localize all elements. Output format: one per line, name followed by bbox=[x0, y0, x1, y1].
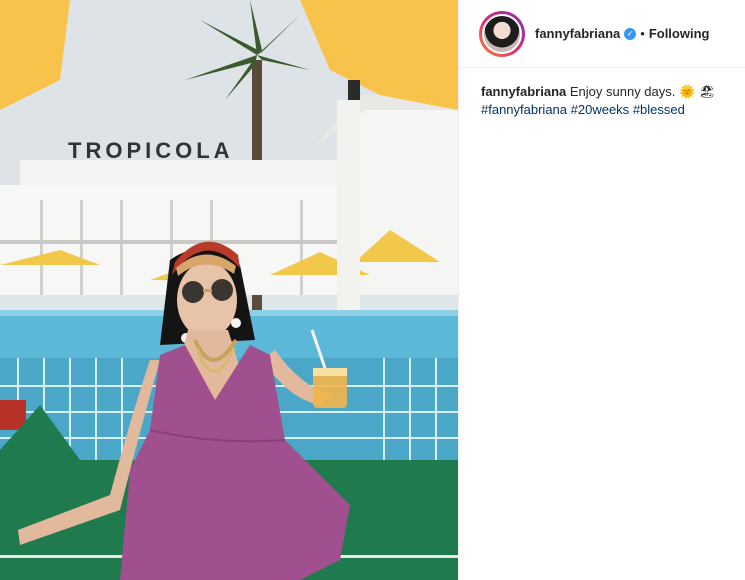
hashtag-link[interactable]: #20weeks bbox=[571, 102, 630, 117]
hashtag-link[interactable]: #fannyfabriana bbox=[481, 102, 567, 117]
following-button[interactable]: Following bbox=[649, 26, 710, 41]
post-photo[interactable]: TROPICOLA bbox=[0, 0, 458, 580]
post-caption: fannyfabriana Enjoy sunny days. 🌞 🏖 #fan… bbox=[459, 68, 745, 119]
hashtag-link[interactable]: #blessed bbox=[633, 102, 685, 117]
post-photo-illustration: TROPICOLA bbox=[0, 0, 458, 580]
header-separator: • bbox=[640, 26, 645, 41]
post-header: fannyfabriana ✓ • Following bbox=[459, 0, 745, 68]
caption-username[interactable]: fannyfabriana bbox=[481, 84, 566, 99]
caption-emoji: 🌞 🏖 bbox=[679, 84, 716, 99]
verified-badge-icon: ✓ bbox=[624, 27, 637, 40]
post-side-panel: fannyfabriana ✓ • Following fannyfabrian… bbox=[458, 0, 745, 580]
avatar[interactable] bbox=[479, 10, 525, 57]
sign-text: TROPICOLA bbox=[68, 138, 234, 163]
header-username[interactable]: fannyfabriana bbox=[535, 26, 620, 41]
caption-text: Enjoy sunny days. bbox=[569, 84, 676, 99]
